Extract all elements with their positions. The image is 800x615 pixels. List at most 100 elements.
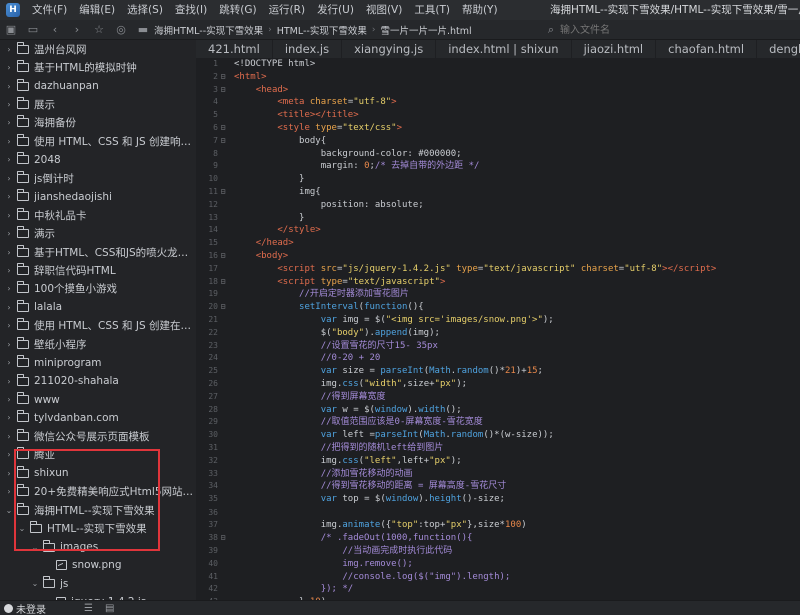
code-line[interactable]: 9 margin: 0;/* 去掉自带的外边距 */: [196, 160, 800, 173]
code-line[interactable]: 40 img.remove();: [196, 558, 800, 571]
tree-item[interactable]: › lalala: [0, 298, 196, 316]
tree-item[interactable]: › 展示: [0, 95, 196, 113]
code-line[interactable]: 42 }); */: [196, 583, 800, 596]
fold-toggle-icon[interactable]: ⊟: [218, 71, 228, 84]
menu-item[interactable]: 帮助(Y): [456, 0, 504, 20]
code-line[interactable]: 4 <meta charset="utf-8">: [196, 96, 800, 109]
chevron-right-icon[interactable]: ›: [4, 266, 14, 275]
tree-item[interactable]: › tylvdanban.com: [0, 409, 196, 427]
forward-icon[interactable]: ›: [70, 23, 84, 37]
chevron-right-icon[interactable]: ›: [4, 63, 14, 72]
fold-toggle-icon[interactable]: ⊟: [218, 250, 228, 263]
chevron-right-icon[interactable]: ›: [4, 284, 14, 293]
editor-tab[interactable]: xiangying.js: [342, 40, 437, 58]
code-line[interactable]: 5 <title></title>: [196, 109, 800, 122]
tree-item[interactable]: › shixun: [0, 464, 196, 482]
chevron-right-icon[interactable]: ›: [4, 229, 14, 238]
chevron-right-icon[interactable]: ›: [4, 487, 14, 496]
code-line[interactable]: 39 //当动画完成时执行此代码: [196, 545, 800, 558]
code-line[interactable]: 26 img.css("width",size+"px");: [196, 378, 800, 391]
fold-toggle-icon[interactable]: ⊟: [218, 84, 228, 97]
tree-item[interactable]: › 211020-shahala: [0, 372, 196, 390]
fold-toggle-icon[interactable]: ⊟: [218, 532, 228, 545]
new-file-icon[interactable]: ▭: [26, 23, 40, 37]
chevron-right-icon[interactable]: ›: [4, 248, 14, 257]
code-line[interactable]: 27 //得到屏幕宽度: [196, 391, 800, 404]
tree-item[interactable]: › jianshedaojishi: [0, 188, 196, 206]
chevron-right-icon[interactable]: ›: [4, 100, 14, 109]
chevron-right-icon[interactable]: ›: [4, 395, 14, 404]
fold-toggle-icon[interactable]: ⊟: [218, 186, 228, 199]
code-line[interactable]: 33 //添加雪花移动的动画: [196, 468, 800, 481]
chevron-right-icon[interactable]: ›: [4, 358, 14, 367]
menu-item[interactable]: 选择(S): [121, 0, 169, 20]
code-line[interactable]: 8 background-color: #000000;: [196, 148, 800, 161]
tree-item[interactable]: › 辞职信代码HTML: [0, 261, 196, 279]
code-line[interactable]: 37 img.animate({"top":top+"px"},size*100…: [196, 519, 800, 532]
menu-item[interactable]: 编辑(E): [73, 0, 121, 20]
code-line[interactable]: 16 ⊟ <body>: [196, 250, 800, 263]
login-status[interactable]: 未登录: [4, 601, 46, 615]
code-line[interactable]: 11 ⊟ img{: [196, 186, 800, 199]
tree-item[interactable]: › js倒计时: [0, 169, 196, 187]
star-icon[interactable]: ☆: [92, 23, 106, 37]
editor-tab[interactable]: index.js: [273, 40, 343, 58]
code-line[interactable]: 18 ⊟ <script type="text/javascript">: [196, 276, 800, 289]
chevron-right-icon[interactable]: ›: [4, 469, 14, 478]
tree-item[interactable]: › 满示: [0, 224, 196, 242]
tree-item[interactable]: › 温州台风网: [0, 40, 196, 58]
code-line[interactable]: 15 </head>: [196, 237, 800, 250]
code-line[interactable]: 2 ⊟ <html>: [196, 71, 800, 84]
chevron-right-icon[interactable]: ›: [4, 82, 14, 91]
breadcrumb-item[interactable]: 海拥HTML--实现下雪效果: [154, 23, 263, 37]
editor-tab[interactable]: chaofan.html: [656, 40, 758, 58]
tree-item[interactable]: ⌄ HTML--实现下雪效果: [0, 519, 196, 537]
code-line[interactable]: 28 var w = $(window).width();: [196, 404, 800, 417]
tree-item[interactable]: › miniprogram: [0, 353, 196, 371]
chevron-right-icon[interactable]: ›: [4, 413, 14, 422]
back-icon[interactable]: ‹: [48, 23, 62, 37]
tree-item[interactable]: ⌄ js: [0, 575, 196, 593]
chevron-right-icon[interactable]: ›: [4, 137, 14, 146]
chevron-right-icon[interactable]: ›: [4, 450, 14, 459]
code-line[interactable]: 13 }: [196, 212, 800, 225]
breadcrumb-item[interactable]: 雪一片一片一片.html: [380, 23, 471, 37]
chevron-right-icon[interactable]: ›: [4, 45, 14, 54]
chevron-right-icon[interactable]: ›: [4, 192, 14, 201]
editor-tab[interactable]: denglu.htm: [757, 40, 800, 58]
code-line[interactable]: 14 </style>: [196, 224, 800, 237]
code-line[interactable]: 21 var img = $("<img src='images/snow.pn…: [196, 314, 800, 327]
tree-item[interactable]: › 海拥备份: [0, 114, 196, 132]
code-line[interactable]: 24 //0-20 + 20: [196, 352, 800, 365]
code-line[interactable]: 29 //取值范围应该是0-屏幕宽度-雪花宽度: [196, 416, 800, 429]
terminal-icon[interactable]: ▤: [105, 603, 114, 614]
chevron-right-icon[interactable]: ›: [4, 155, 14, 164]
code-line[interactable]: 6 ⊟ <style type="text/css">: [196, 122, 800, 135]
code-line[interactable]: 34 //得到雪花移动的距离 = 屏幕高度-雪花尺寸: [196, 480, 800, 493]
code-line[interactable]: 19 //开启定时器添加雪花图片: [196, 288, 800, 301]
editor-tab[interactable]: 421.html: [196, 40, 273, 58]
menu-item[interactable]: 视图(V): [360, 0, 408, 20]
tree-item[interactable]: › 20+免费精美响应式Html5网站模板01: [0, 483, 196, 501]
tree-item[interactable]: › 基于HTML、CSS和JS的喷火龙小游戏: [0, 243, 196, 261]
tree-item[interactable]: › www: [0, 390, 196, 408]
code-line[interactable]: 20 ⊟ setInterval(function(){: [196, 301, 800, 314]
folder-nav-icon[interactable]: ▬: [136, 23, 150, 37]
fold-toggle-icon[interactable]: ⊟: [218, 301, 228, 314]
tree-item[interactable]: › 2048: [0, 151, 196, 169]
code-line[interactable]: 1 <!DOCTYPE html>: [196, 58, 800, 71]
chevron-down-icon[interactable]: ⌄: [17, 524, 27, 533]
code-line[interactable]: 23 //设置雪花的尺寸15- 35px: [196, 340, 800, 353]
tree-item[interactable]: › 基于HTML的模拟时钟: [0, 58, 196, 76]
editor-tab[interactable]: jiaozi.html: [572, 40, 657, 58]
menu-item[interactable]: 工具(T): [408, 0, 456, 20]
code-line[interactable]: 41 //console.log($("img").length);: [196, 571, 800, 584]
code-line[interactable]: 32 img.css("left",left+"px");: [196, 455, 800, 468]
menu-item[interactable]: 发行(U): [311, 0, 360, 20]
tree-item[interactable]: › 壁纸小程序: [0, 335, 196, 353]
tree-item[interactable]: › 使用 HTML、CSS 和 JS 创建在线音乐...: [0, 317, 196, 335]
menu-item[interactable]: 查找(I): [169, 0, 213, 20]
code-line[interactable]: 10 }: [196, 173, 800, 186]
chevron-right-icon[interactable]: ›: [4, 340, 14, 349]
save-icon[interactable]: ▣: [4, 23, 18, 37]
